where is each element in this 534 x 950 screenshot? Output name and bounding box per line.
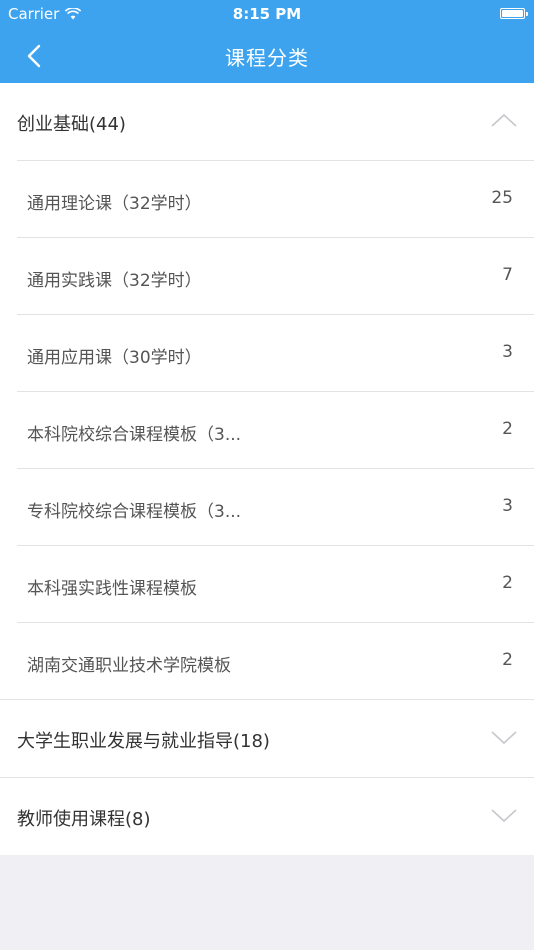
subcategory-count: 7 — [502, 265, 513, 285]
subcategory-count: 2 — [502, 650, 513, 670]
category-label: 大学生职业发展与就业指导(18) — [17, 731, 270, 752]
page-title: 课程分类 — [225, 46, 309, 70]
category-label: 创业基础(44) — [17, 114, 126, 135]
status-bar: Carrier 8:15 PM — [0, 0, 534, 28]
subcategory-count: 2 — [502, 419, 513, 439]
subcategory-count: 3 — [502, 342, 513, 362]
subcategory-label: 通用理论课（32学时） — [27, 194, 202, 214]
battery-icon — [500, 8, 528, 19]
category-label: 教师使用课程(8) — [17, 809, 151, 830]
subcategory-label: 通用应用课（30学时） — [27, 348, 202, 368]
subcategory-count: 25 — [491, 188, 513, 208]
subcategory-label: 专科院校综合课程模板（3... — [27, 502, 242, 522]
subcategory-label: 本科院校综合课程模板（3... — [27, 425, 242, 445]
subcategory-row[interactable]: 通用应用课（30学时） 3 — [17, 314, 534, 391]
nav-bar: 课程分类 — [0, 28, 534, 83]
subcategory-row[interactable]: 通用理论课（32学时） 25 — [17, 160, 534, 237]
category-row-career-development[interactable]: 大学生职业发展与就业指导(18) — [0, 700, 534, 777]
subcategory-label: 本科强实践性课程模板 — [27, 579, 197, 599]
subcategory-row[interactable]: 本科院校综合课程模板（3... 2 — [17, 391, 534, 468]
chevron-down-icon — [491, 809, 517, 823]
subcategory-row[interactable]: 湖南交通职业技术学院模板 2 — [17, 622, 534, 699]
app-header: Carrier 8:15 PM 课程分类 — [0, 0, 534, 83]
chevron-up-icon — [491, 113, 517, 127]
subcategory-count: 2 — [502, 573, 513, 593]
subcategory-row[interactable]: 通用实践课（32学时） 7 — [17, 237, 534, 314]
chevron-down-icon — [491, 731, 517, 745]
subcategory-row[interactable]: 本科强实践性课程模板 2 — [17, 545, 534, 622]
subcategory-label: 通用实践课（32学时） — [27, 271, 202, 291]
category-list: 创业基础(44) 通用理论课（32学时） 25 通用实践课（32学时） 7 通用… — [0, 83, 534, 855]
category-row-entrepreneurship[interactable]: 创业基础(44) — [0, 83, 534, 160]
status-time: 8:15 PM — [232, 5, 302, 23]
subcategory-count: 3 — [502, 496, 513, 516]
subcategory-label: 湖南交通职业技术学院模板 — [27, 656, 231, 676]
subcategory-row[interactable]: 专科院校综合课程模板（3... 3 — [17, 468, 534, 545]
category-row-teacher-courses[interactable]: 教师使用课程(8) — [0, 778, 534, 855]
